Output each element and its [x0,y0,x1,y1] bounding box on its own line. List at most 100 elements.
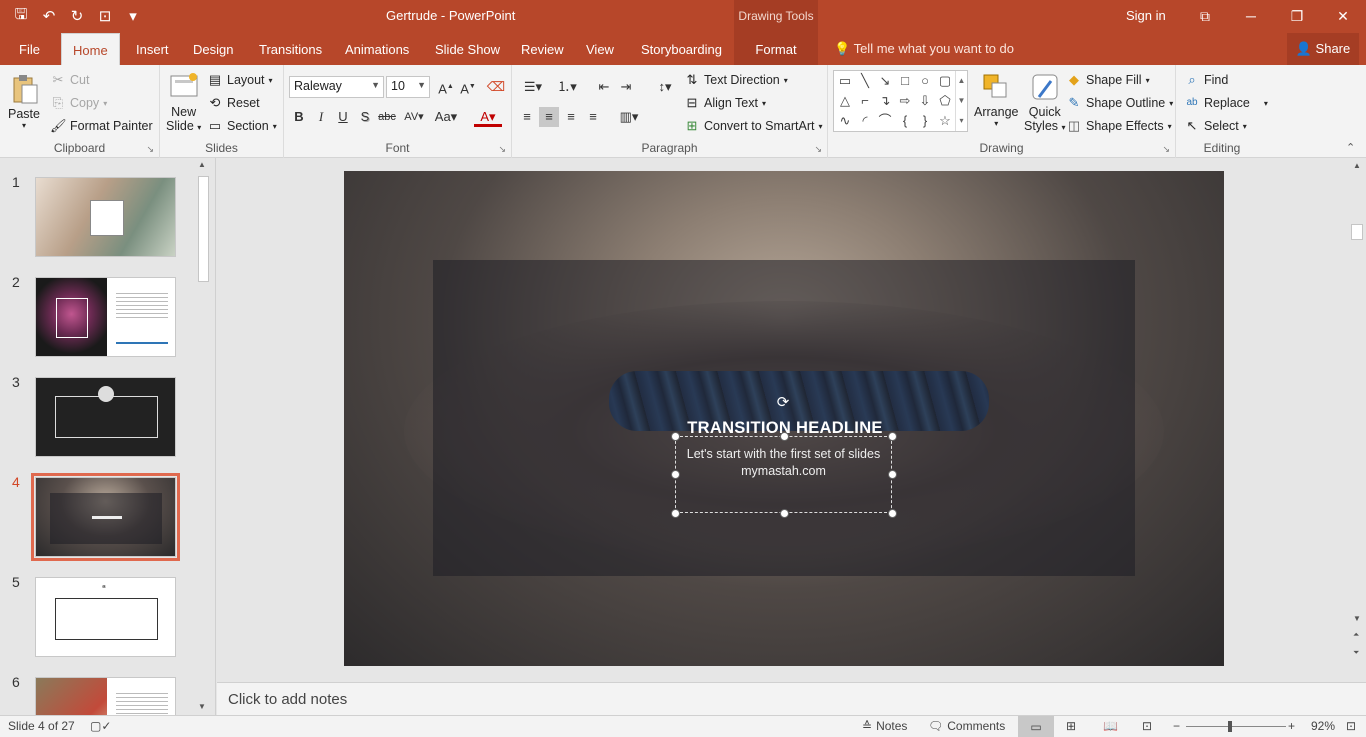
align-text-button[interactable]: ⊟ Align Text ▾ [684,95,766,111]
format-painter-button[interactable]: 🖌 Format Painter [50,118,153,134]
undo-icon[interactable]: ↶ [38,6,60,26]
slide-thumbnail-2[interactable] [35,277,176,357]
cut-button[interactable]: ✂ Cut [50,72,90,88]
italic-icon[interactable]: I [311,107,331,127]
customize-qat-icon[interactable]: ▾ [122,6,144,26]
shape-fill-button[interactable]: ◆ Shape Fill ▾ [1066,72,1150,88]
slide-scrollbar[interactable]: ▲ ▼ ⏶ ⏷ [1348,158,1366,682]
triangle-shape-icon[interactable]: △ [836,92,854,110]
minimize-icon[interactable]: ─ [1239,4,1263,28]
previous-slide-icon[interactable]: ⏶ [1353,630,1359,640]
copy-button[interactable]: ⎘ Copy ▾ [50,95,107,111]
resize-handle[interactable] [671,432,680,441]
star-shape-icon[interactable]: ☆ [936,112,954,130]
pentagon-shape-icon[interactable]: ⬠ [936,92,954,110]
scroll-up-icon[interactable]: ▲ [1353,161,1361,170]
tab-design[interactable]: Design [182,33,244,65]
select-button[interactable]: ↖ Select ▾ [1184,118,1247,134]
down-arrow-shape-icon[interactable]: ⇩ [916,92,934,110]
resize-handle[interactable] [780,509,789,518]
find-button[interactable]: ⌕ Find [1184,72,1228,88]
clear-formatting-icon[interactable]: ⌫ [486,77,506,97]
character-spacing-icon[interactable]: AV▾ [400,107,428,127]
change-case-icon[interactable]: Aa▾ [432,107,460,127]
new-slide-button[interactable]: New Slide ▾ [166,71,201,133]
slide-canvas[interactable]: ⟳ TRANSITION HEADLINE Let's start with t… [344,171,1224,666]
tab-slide-show[interactable]: Slide Show [424,33,511,65]
resize-handle[interactable] [780,432,789,441]
elbow-arrow-icon[interactable]: ↴ [876,92,894,110]
slide-thumbnail-6[interactable] [35,677,176,715]
justify-icon[interactable]: ≡ [583,107,603,127]
freeform-shape-icon[interactable]: ∿ [836,112,854,130]
increase-indent-icon[interactable]: ⇥ [616,77,636,97]
underline-icon[interactable]: U [333,107,353,127]
tab-storyboarding[interactable]: Storyboarding [630,33,733,65]
tab-insert[interactable]: Insert [125,33,180,65]
font-color-icon[interactable]: A▾ [474,107,502,127]
elbow-connector-icon[interactable]: ⌐ [856,92,874,110]
reset-button[interactable]: ⟲ Reset [207,95,260,111]
drawing-dialog-launcher-icon[interactable]: ↘ [1162,144,1170,155]
zoom-in-icon[interactable]: + [1288,719,1295,733]
align-left-icon[interactable]: ≡ [517,107,537,127]
start-slideshow-icon[interactable]: ⊡ [94,6,116,26]
share-button[interactable]: 👤 Share [1287,33,1359,65]
shape-outline-button[interactable]: ✎ Shape Outline ▾ [1066,95,1174,111]
align-center-icon[interactable]: ≡ [539,107,559,127]
quick-styles-button[interactable]: Quick Styles ▾ [1024,71,1066,133]
comments-toggle-button[interactable]: 🗨 Comments [928,719,1005,733]
strikethrough-icon[interactable]: abc [377,107,397,127]
font-name-combo[interactable]: Raleway ▼ [289,76,384,98]
align-right-icon[interactable]: ≡ [561,107,581,127]
right-arrow-shape-icon[interactable]: ⇨ [896,92,914,110]
textbox-shape-icon[interactable]: ▭ [836,72,854,90]
slide-thumbnail-1[interactable] [35,177,176,257]
shapes-gallery[interactable]: ▭ ╲ ↘ □ ○ ▢ △ ⌐ ↴ ⇨ ⇩ ⬠ ∿ ◜ ⌒ { } ☆ ▲ ▼ ▾ [833,70,968,132]
arrange-button[interactable]: Arrange ▾ [974,71,1018,128]
shape-effects-button[interactable]: ◫ Shape Effects ▾ [1066,118,1172,134]
normal-view-button[interactable]: ▭ [1018,716,1054,737]
numbering-icon[interactable]: ⒈▾ [552,77,582,97]
scroll-up-icon[interactable]: ▲ [198,160,206,169]
decrease-indent-icon[interactable]: ⇤ [594,77,614,97]
thumbnails-scrollbar[interactable]: ▲ ▼ [196,158,210,715]
oval-shape-icon[interactable]: ○ [916,72,934,90]
tab-format[interactable]: Format [734,33,818,65]
rotate-handle-icon[interactable]: ⟳ [775,395,791,411]
notes-pane[interactable]: Click to add notes [217,682,1366,715]
arrow-line-shape-icon[interactable]: ↘ [876,72,894,90]
restore-icon[interactable]: ❐ [1285,4,1309,28]
increase-font-icon[interactable]: A▲ [436,77,456,97]
layout-button[interactable]: ▤ Layout ▾ [207,72,273,88]
ribbon-display-options-icon[interactable]: ⧉ [1193,4,1217,28]
font-dialog-launcher-icon[interactable]: ↘ [498,144,506,155]
line-shape-icon[interactable]: ╲ [856,72,874,90]
slideshow-view-icon[interactable]: ⊡ [1142,719,1152,733]
line-spacing-icon[interactable]: ↕▾ [650,77,680,97]
next-slide-icon[interactable]: ⏷ [1353,648,1359,658]
resize-handle[interactable] [888,470,897,479]
tab-file[interactable]: File [8,33,51,65]
zoom-out-icon[interactable]: − [1173,719,1180,733]
resize-handle[interactable] [671,470,680,479]
dark-overlay-rectangle[interactable] [433,260,1135,576]
convert-smartart-button[interactable]: ⊞ Convert to SmartArt ▾ [684,118,823,134]
slide-subtext[interactable]: Let's start with the first set of slides… [676,446,891,480]
arc-shape-icon[interactable]: ◜ [856,112,874,130]
tab-transitions[interactable]: Transitions [248,33,333,65]
columns-icon[interactable]: ▥▾ [614,107,644,127]
slide-sorter-view-icon[interactable]: ⊞ [1066,719,1076,733]
sign-in-link[interactable]: Sign in [1126,8,1166,23]
tab-review[interactable]: Review [510,33,575,65]
paragraph-dialog-launcher-icon[interactable]: ↘ [814,144,822,155]
left-brace-shape-icon[interactable]: { [896,112,914,130]
replace-button[interactable]: ab Replace ▾ [1184,95,1267,111]
slide-thumbnail-5[interactable]: “ [35,577,176,657]
resize-handle[interactable] [888,432,897,441]
decrease-font-icon[interactable]: A▼ [458,77,478,97]
zoom-slider-knob[interactable] [1228,721,1232,732]
font-size-combo[interactable]: 10 ▼ [386,76,430,98]
scrollbar-thumb[interactable] [198,176,209,282]
save-icon[interactable]: 🖫 [10,6,32,26]
